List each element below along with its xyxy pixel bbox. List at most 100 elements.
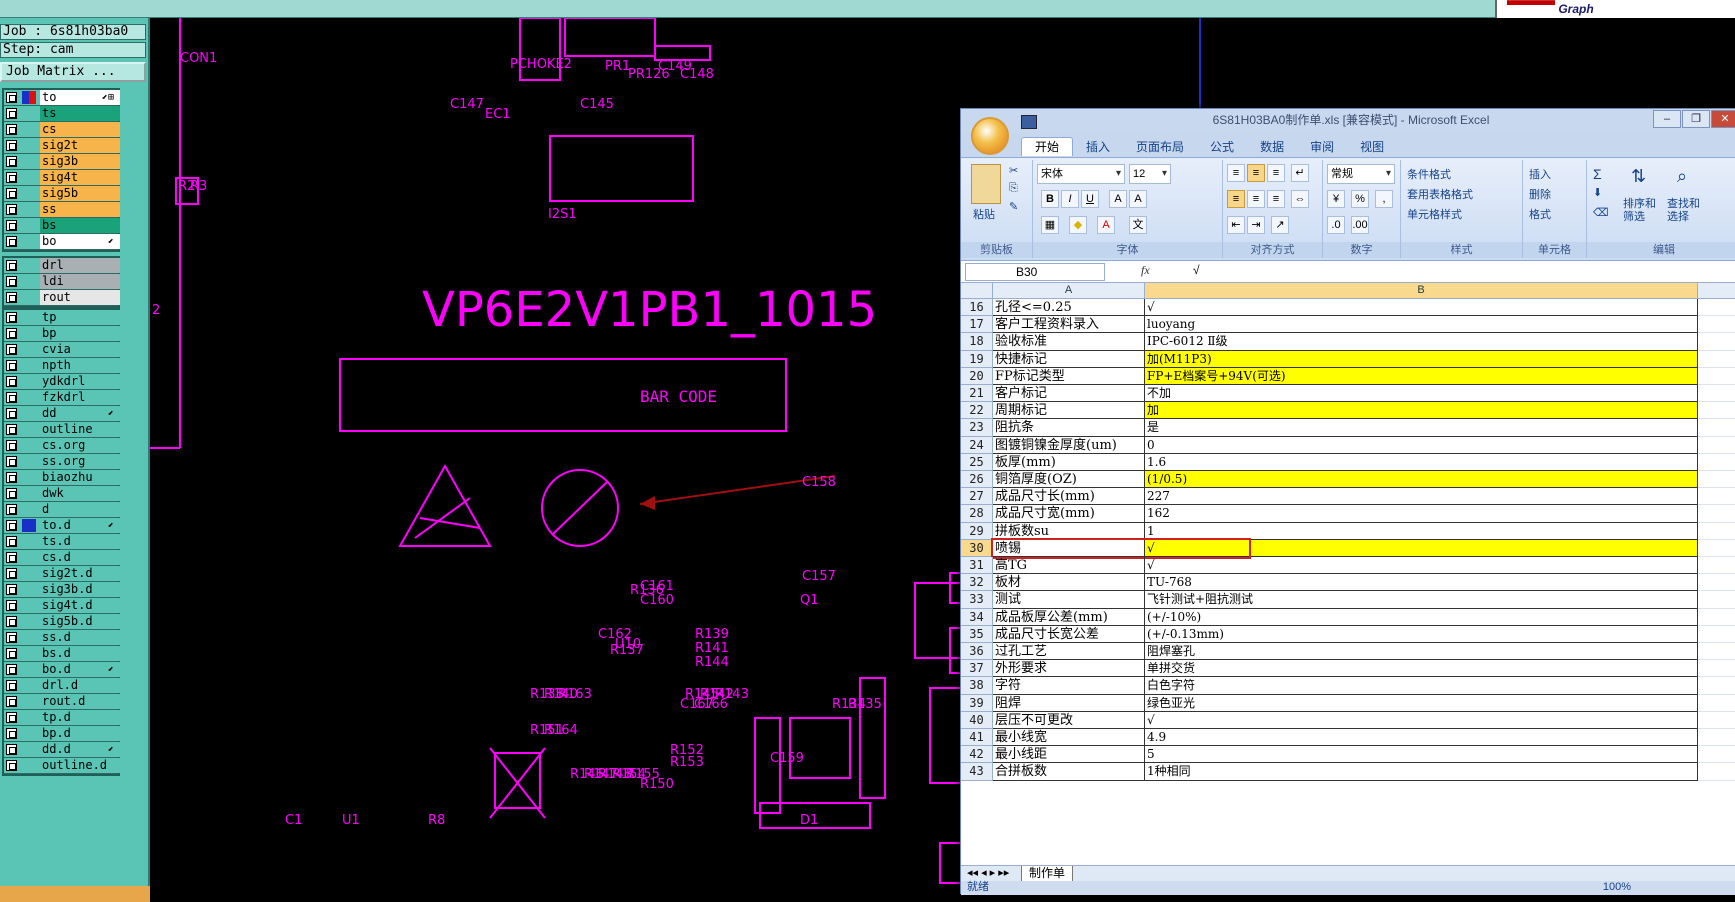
ribbon-tab[interactable]: 视图 bbox=[1347, 138, 1397, 157]
layer-checkbox[interactable] bbox=[6, 344, 17, 355]
layer-row[interactable]: cs.d bbox=[4, 550, 120, 566]
cell-b[interactable]: √ bbox=[1145, 557, 1698, 575]
wrap-text-button[interactable]: ↵ bbox=[1291, 164, 1309, 182]
cell-b[interactable]: 4.9 bbox=[1145, 729, 1698, 747]
cell-b[interactable]: √ bbox=[1145, 539, 1698, 557]
cell-c[interactable] bbox=[1698, 419, 1735, 437]
cell-c[interactable] bbox=[1698, 557, 1735, 575]
cell-c[interactable] bbox=[1698, 695, 1735, 712]
border-button[interactable]: ▦ bbox=[1041, 216, 1059, 234]
cell-a[interactable]: 字符 bbox=[993, 677, 1145, 695]
cell-b[interactable]: 是 bbox=[1145, 419, 1698, 437]
cell-c[interactable] bbox=[1698, 591, 1735, 609]
row-number[interactable]: 25 bbox=[961, 453, 993, 471]
name-box[interactable]: B30 bbox=[965, 263, 1105, 281]
column-header-a[interactable]: A bbox=[993, 283, 1145, 299]
cell-a[interactable]: 最小线宽 bbox=[993, 729, 1145, 747]
cell-b[interactable]: luoyang bbox=[1145, 316, 1698, 334]
restore-button[interactable]: ❐ bbox=[1682, 110, 1710, 128]
layer-row[interactable]: sig3b.d bbox=[4, 582, 120, 598]
row-number[interactable]: 39 bbox=[961, 694, 993, 712]
layer-checkbox[interactable] bbox=[6, 472, 17, 483]
row-number[interactable]: 19 bbox=[961, 350, 993, 368]
layer-checkbox[interactable] bbox=[6, 680, 17, 691]
layer-color-swatch[interactable] bbox=[22, 259, 36, 272]
layer-color-swatch[interactable] bbox=[22, 647, 36, 660]
layer-checkbox[interactable] bbox=[6, 108, 17, 119]
layer-row[interactable]: ydkdrl bbox=[4, 374, 120, 390]
cell-b[interactable]: IPC-6012 Ⅱ级 bbox=[1145, 333, 1698, 351]
cell-a[interactable]: 板材 bbox=[993, 574, 1145, 592]
cell-a[interactable]: FP标记类型 bbox=[993, 367, 1145, 385]
ribbon-tab[interactable]: 公式 bbox=[1197, 138, 1247, 157]
layer-row[interactable]: sig5b.d bbox=[4, 614, 120, 630]
fx-icon[interactable]: fx bbox=[1141, 263, 1150, 278]
cell-b[interactable]: √ bbox=[1145, 299, 1698, 317]
row-number[interactable]: 42 bbox=[961, 746, 993, 764]
row-number[interactable]: 41 bbox=[961, 729, 993, 747]
layer-color-swatch[interactable] bbox=[22, 599, 36, 612]
layer-color-swatch[interactable] bbox=[22, 391, 36, 404]
layer-row[interactable]: rout bbox=[4, 290, 120, 306]
layer-row[interactable]: ldi bbox=[4, 274, 120, 290]
cell-c[interactable] bbox=[1698, 763, 1735, 781]
layer-color-swatch[interactable] bbox=[22, 171, 36, 184]
layer-row[interactable]: bp bbox=[4, 326, 120, 342]
cell-a[interactable]: 孔径<=0.25 bbox=[993, 299, 1145, 317]
layer-row[interactable]: outline.d bbox=[4, 758, 120, 774]
cell-c[interactable] bbox=[1698, 540, 1735, 557]
cell-a[interactable]: 铜箔厚度(OZ) bbox=[993, 471, 1145, 489]
increase-indent-button[interactable]: ⇥ bbox=[1247, 216, 1265, 234]
layer-row[interactable]: to ⬋⊞ bbox=[4, 90, 120, 106]
cell-a[interactable]: 验收标准 bbox=[993, 333, 1145, 351]
autosum-icon[interactable]: Σ bbox=[1593, 166, 1602, 182]
layer-row[interactable]: dd.d ⬋ bbox=[4, 742, 120, 758]
row-number[interactable]: 33 bbox=[961, 591, 993, 609]
layer-color-swatch[interactable] bbox=[22, 423, 36, 436]
layer-color-swatch[interactable] bbox=[22, 471, 36, 484]
layer-color-swatch[interactable] bbox=[22, 439, 36, 452]
row-number[interactable]: 38 bbox=[961, 677, 993, 695]
layer-row[interactable]: ts bbox=[4, 106, 120, 122]
cell-b[interactable]: 162 bbox=[1145, 505, 1698, 523]
layer-checkbox[interactable] bbox=[6, 204, 17, 215]
cell-a[interactable]: 阻焊 bbox=[993, 694, 1145, 712]
layer-row[interactable]: drl bbox=[4, 258, 120, 274]
layer-color-swatch[interactable] bbox=[22, 519, 36, 532]
cell-a[interactable]: 合拼板数 bbox=[993, 763, 1145, 781]
layer-checkbox[interactable] bbox=[6, 124, 17, 135]
sheet-tab[interactable]: 制作单 bbox=[1021, 866, 1073, 882]
layer-row[interactable]: bs.d bbox=[4, 646, 120, 662]
layer-checkbox[interactable] bbox=[6, 140, 17, 151]
row-number[interactable]: 20 bbox=[961, 367, 993, 385]
layer-checkbox[interactable] bbox=[6, 156, 17, 167]
row-number[interactable]: 37 bbox=[961, 660, 993, 678]
cell-b[interactable]: 阻焊塞孔 bbox=[1145, 643, 1698, 661]
align-center-button[interactable]: ≡ bbox=[1247, 190, 1265, 208]
layer-color-swatch[interactable] bbox=[22, 727, 36, 740]
layer-color-swatch[interactable] bbox=[22, 203, 36, 216]
cell-c[interactable] bbox=[1698, 368, 1735, 385]
percent-button[interactable]: % bbox=[1351, 190, 1369, 208]
ribbon-tab[interactable]: 审阅 bbox=[1297, 138, 1347, 157]
cell-c[interactable] bbox=[1698, 712, 1735, 729]
layer-color-swatch[interactable] bbox=[22, 663, 36, 676]
minimize-button[interactable]: – bbox=[1653, 110, 1681, 128]
cell-c[interactable] bbox=[1698, 471, 1735, 489]
italic-button[interactable]: I bbox=[1061, 190, 1079, 208]
row-number[interactable]: 24 bbox=[961, 436, 993, 454]
row-number[interactable]: 27 bbox=[961, 488, 993, 506]
cell-a[interactable]: 快捷标记 bbox=[993, 350, 1145, 368]
cell-b[interactable]: 白色字符 bbox=[1145, 677, 1698, 695]
layer-row[interactable]: sig5b bbox=[4, 186, 120, 202]
underline-button[interactable]: U bbox=[1081, 190, 1099, 208]
clear-icon[interactable]: ⌫ bbox=[1593, 206, 1609, 219]
layer-color-swatch[interactable] bbox=[22, 567, 36, 580]
cell-c[interactable] bbox=[1698, 437, 1735, 454]
align-bottom-button[interactable]: ≡ bbox=[1267, 164, 1285, 182]
layer-color-swatch[interactable] bbox=[22, 91, 36, 104]
cell-c[interactable] bbox=[1698, 505, 1735, 523]
fill-color-button[interactable]: ◆ bbox=[1069, 216, 1087, 234]
layer-row[interactable]: cs.org bbox=[4, 438, 120, 454]
orientation-button[interactable]: ↗ bbox=[1271, 216, 1289, 234]
